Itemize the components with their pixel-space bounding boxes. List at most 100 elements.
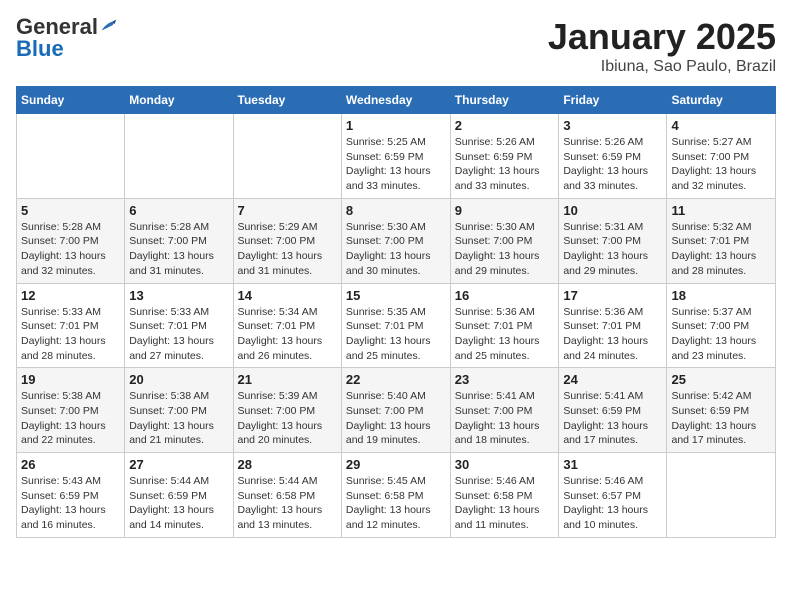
day-info: Sunrise: 5:35 AM Sunset: 7:01 PM Dayligh… [346, 305, 446, 364]
day-number: 16 [455, 288, 555, 303]
calendar-cell: 17 Sunrise: 5:36 AM Sunset: 7:01 PM Dayli… [559, 283, 667, 368]
day-number: 22 [346, 372, 446, 387]
calendar-cell: 29 Sunrise: 5:45 AM Sunset: 6:58 PM Dayli… [341, 453, 450, 538]
day-number: 18 [671, 288, 771, 303]
day-info: Sunrise: 5:45 AM Sunset: 6:58 PM Dayligh… [346, 474, 446, 533]
calendar-cell: 31 Sunrise: 5:46 AM Sunset: 6:57 PM Dayli… [559, 453, 667, 538]
day-info: Sunrise: 5:39 AM Sunset: 7:00 PM Dayligh… [238, 389, 337, 448]
day-number: 8 [346, 203, 446, 218]
calendar-cell: 15 Sunrise: 5:35 AM Sunset: 7:01 PM Dayli… [341, 283, 450, 368]
day-number: 13 [129, 288, 228, 303]
weekday-header-tuesday: Tuesday [233, 87, 341, 114]
calendar-cell: 9Sunrise: 5:30 AM Sunset: 7:00 PM Daylig… [450, 198, 559, 283]
day-number: 5 [21, 203, 120, 218]
day-number: 10 [563, 203, 662, 218]
day-number: 20 [129, 372, 228, 387]
calendar-subtitle: Ibiuna, Sao Paulo, Brazil [548, 58, 776, 76]
calendar-cell: 1Sunrise: 5:25 AM Sunset: 6:59 PM Daylig… [341, 114, 450, 199]
calendar-cell: 24 Sunrise: 5:41 AM Sunset: 6:59 PM Dayli… [559, 368, 667, 453]
day-number: 24 [563, 372, 662, 387]
logo-bird-icon [100, 17, 118, 35]
day-info: Sunrise: 5:37 AM Sunset: 7:00 PM Dayligh… [671, 305, 771, 364]
day-number: 21 [238, 372, 337, 387]
day-number: 12 [21, 288, 120, 303]
day-info: Sunrise: 5:26 AM Sunset: 6:59 PM Dayligh… [563, 135, 662, 194]
logo: General Blue [16, 16, 118, 61]
calendar-cell: 5 Sunrise: 5:28 AM Sunset: 7:00 PM Daylig… [17, 198, 125, 283]
calendar-cell: 4Sunrise: 5:27 AM Sunset: 7:00 PM Daylig… [667, 114, 776, 199]
title-block: January 2025 Ibiuna, Sao Paulo, Brazil [548, 16, 776, 76]
calendar-week-row: 12 Sunrise: 5:33 AM Sunset: 7:01 PM Dayli… [17, 283, 776, 368]
calendar-cell: 18 Sunrise: 5:37 AM Sunset: 7:00 PM Dayli… [667, 283, 776, 368]
calendar-week-row: 1Sunrise: 5:25 AM Sunset: 6:59 PM Daylig… [17, 114, 776, 199]
day-info: Sunrise: 5:46 AM Sunset: 6:58 PM Dayligh… [455, 474, 555, 533]
day-number: 14 [238, 288, 337, 303]
weekday-header-saturday: Saturday [667, 87, 776, 114]
day-info: Sunrise: 5:28 AM Sunset: 7:00 PM Dayligh… [129, 220, 228, 279]
day-info: Sunrise: 5:28 AM Sunset: 7:00 PM Dayligh… [21, 220, 120, 279]
calendar-cell: 16 Sunrise: 5:36 AM Sunset: 7:01 PM Dayli… [450, 283, 559, 368]
day-number: 19 [21, 372, 120, 387]
day-info: Sunrise: 5:33 AM Sunset: 7:01 PM Dayligh… [21, 305, 120, 364]
day-number: 26 [21, 457, 120, 472]
weekday-header-wednesday: Wednesday [341, 87, 450, 114]
calendar-cell [667, 453, 776, 538]
page-header: General Blue January 2025 Ibiuna, Sao Pa… [16, 16, 776, 76]
day-info: Sunrise: 5:44 AM Sunset: 6:59 PM Dayligh… [129, 474, 228, 533]
calendar-cell: 7Sunrise: 5:29 AM Sunset: 7:00 PM Daylig… [233, 198, 341, 283]
weekday-header-thursday: Thursday [450, 87, 559, 114]
day-info: Sunrise: 5:41 AM Sunset: 7:00 PM Dayligh… [455, 389, 555, 448]
day-info: Sunrise: 5:30 AM Sunset: 7:00 PM Dayligh… [346, 220, 446, 279]
calendar-cell: 6Sunrise: 5:28 AM Sunset: 7:00 PM Daylig… [125, 198, 233, 283]
day-info: Sunrise: 5:30 AM Sunset: 7:00 PM Dayligh… [455, 220, 555, 279]
day-number: 1 [346, 118, 446, 133]
day-number: 25 [671, 372, 771, 387]
calendar-cell: 22 Sunrise: 5:40 AM Sunset: 7:00 PM Dayli… [341, 368, 450, 453]
day-info: Sunrise: 5:33 AM Sunset: 7:01 PM Dayligh… [129, 305, 228, 364]
calendar-week-row: 26 Sunrise: 5:43 AM Sunset: 6:59 PM Dayli… [17, 453, 776, 538]
calendar-cell: 21 Sunrise: 5:39 AM Sunset: 7:00 PM Dayli… [233, 368, 341, 453]
day-number: 17 [563, 288, 662, 303]
day-number: 2 [455, 118, 555, 133]
calendar-cell: 28Sunrise: 5:44 AM Sunset: 6:58 PM Dayli… [233, 453, 341, 538]
day-info: Sunrise: 5:34 AM Sunset: 7:01 PM Dayligh… [238, 305, 337, 364]
weekday-header-sunday: Sunday [17, 87, 125, 114]
day-info: Sunrise: 5:46 AM Sunset: 6:57 PM Dayligh… [563, 474, 662, 533]
day-info: Sunrise: 5:36 AM Sunset: 7:01 PM Dayligh… [563, 305, 662, 364]
day-number: 7 [238, 203, 337, 218]
day-info: Sunrise: 5:43 AM Sunset: 6:59 PM Dayligh… [21, 474, 120, 533]
day-number: 3 [563, 118, 662, 133]
day-info: Sunrise: 5:41 AM Sunset: 6:59 PM Dayligh… [563, 389, 662, 448]
calendar-cell: 14 Sunrise: 5:34 AM Sunset: 7:01 PM Dayli… [233, 283, 341, 368]
day-number: 11 [671, 203, 771, 218]
day-info: Sunrise: 5:26 AM Sunset: 6:59 PM Dayligh… [455, 135, 555, 194]
calendar-week-row: 5 Sunrise: 5:28 AM Sunset: 7:00 PM Daylig… [17, 198, 776, 283]
logo-blue: Blue [16, 36, 64, 61]
day-number: 15 [346, 288, 446, 303]
day-info: Sunrise: 5:40 AM Sunset: 7:00 PM Dayligh… [346, 389, 446, 448]
calendar-cell [125, 114, 233, 199]
day-info: Sunrise: 5:31 AM Sunset: 7:00 PM Dayligh… [563, 220, 662, 279]
day-info: Sunrise: 5:42 AM Sunset: 6:59 PM Dayligh… [671, 389, 771, 448]
calendar-cell: 25 Sunrise: 5:42 AM Sunset: 6:59 PM Dayli… [667, 368, 776, 453]
calendar-title: January 2025 [548, 16, 776, 58]
calendar-cell: 12 Sunrise: 5:33 AM Sunset: 7:01 PM Dayli… [17, 283, 125, 368]
weekday-header-monday: Monday [125, 87, 233, 114]
day-number: 31 [563, 457, 662, 472]
calendar-cell: 27Sunrise: 5:44 AM Sunset: 6:59 PM Dayli… [125, 453, 233, 538]
day-info: Sunrise: 5:36 AM Sunset: 7:01 PM Dayligh… [455, 305, 555, 364]
calendar-table: SundayMondayTuesdayWednesdayThursdayFrid… [16, 86, 776, 538]
day-info: Sunrise: 5:32 AM Sunset: 7:01 PM Dayligh… [671, 220, 771, 279]
calendar-cell: 30Sunrise: 5:46 AM Sunset: 6:58 PM Dayli… [450, 453, 559, 538]
calendar-cell: 13 Sunrise: 5:33 AM Sunset: 7:01 PM Dayli… [125, 283, 233, 368]
day-number: 4 [671, 118, 771, 133]
calendar-cell: 26 Sunrise: 5:43 AM Sunset: 6:59 PM Dayli… [17, 453, 125, 538]
calendar-cell [17, 114, 125, 199]
day-number: 23 [455, 372, 555, 387]
calendar-cell: 19Sunrise: 5:38 AM Sunset: 7:00 PM Dayli… [17, 368, 125, 453]
calendar-cell: 11 Sunrise: 5:32 AM Sunset: 7:01 PM Dayli… [667, 198, 776, 283]
calendar-week-row: 19Sunrise: 5:38 AM Sunset: 7:00 PM Dayli… [17, 368, 776, 453]
day-number: 29 [346, 457, 446, 472]
calendar-cell: 3 Sunrise: 5:26 AM Sunset: 6:59 PM Daylig… [559, 114, 667, 199]
weekday-header-row: SundayMondayTuesdayWednesdayThursdayFrid… [17, 87, 776, 114]
